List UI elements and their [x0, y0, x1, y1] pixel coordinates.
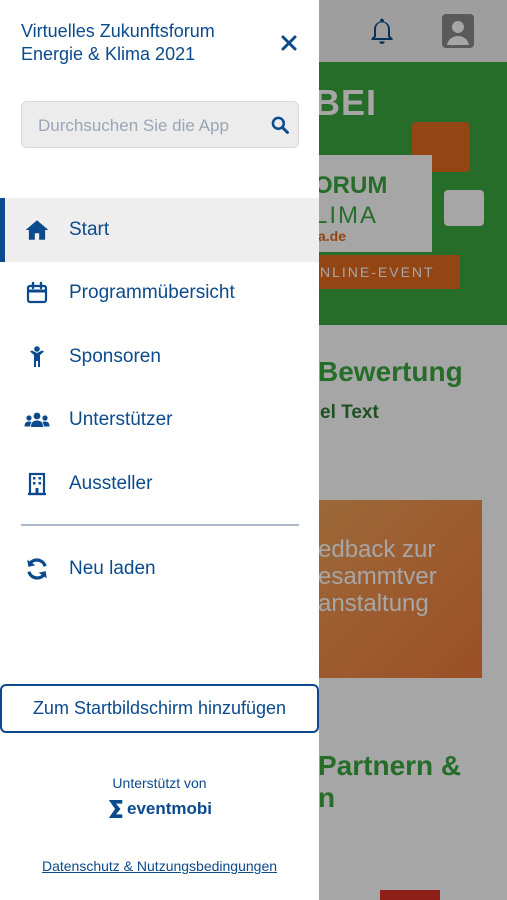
refresh-icon: [24, 556, 50, 582]
nav-label-unterstuetzer: Unterstützer: [69, 409, 173, 431]
search-icon[interactable]: [270, 115, 290, 135]
nav-label-sponsoren: Sponsoren: [69, 345, 161, 367]
navigation-drawer: Virtuelles Zukunftsforum Energie & Klima…: [0, 0, 319, 900]
close-icon: [281, 35, 297, 51]
users-icon: [24, 407, 50, 433]
main-navigation: Start Programmübersicht Sponsoren Unters…: [0, 198, 319, 516]
event-title: Virtuelles Zukunftsforum Energie & Klima…: [21, 21, 215, 64]
search-input[interactable]: [36, 102, 260, 149]
nav-divider: [21, 524, 299, 526]
search-box[interactable]: [21, 101, 299, 149]
nav-label-start: Start: [69, 218, 110, 240]
nav-label-programm: Programmübersicht: [69, 282, 235, 304]
calendar-icon: [24, 280, 50, 306]
nav-label-aussteller: Aussteller: [69, 472, 153, 494]
nav-item-aussteller[interactable]: Aussteller: [0, 452, 319, 516]
home-icon: [24, 217, 50, 243]
powered-by-label: Unterstützt von: [112, 775, 207, 791]
building-icon: [24, 471, 50, 497]
reload-button[interactable]: Neu laden: [0, 537, 319, 600]
person-icon: [24, 344, 50, 370]
nav-item-sponsoren[interactable]: Sponsoren: [0, 325, 319, 389]
eventmobi-logo: eventmobi: [107, 796, 212, 822]
nav-item-programm[interactable]: Programmübersicht: [0, 262, 319, 326]
nav-item-start[interactable]: Start: [0, 198, 319, 262]
privacy-link[interactable]: Datenschutz & Nutzungsbedingungen: [0, 858, 319, 874]
add-to-homescreen-button[interactable]: Zum Startbildschirm hinzufügen: [0, 684, 319, 733]
eventmobi-icon: [108, 800, 123, 818]
nav-item-unterstuetzer[interactable]: Unterstützer: [0, 389, 319, 453]
reload-label: Neu laden: [69, 557, 156, 579]
close-button[interactable]: [276, 30, 302, 56]
brand-name: eventmobi: [127, 799, 213, 818]
